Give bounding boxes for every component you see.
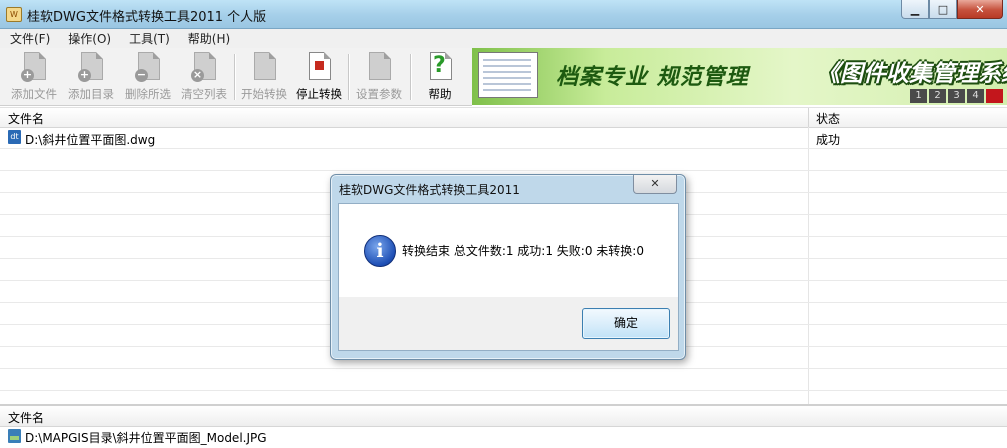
start-convert-label: 开始转换: [241, 87, 287, 101]
add-dir-icon: +: [78, 52, 104, 82]
menu-file[interactable]: 文件(F): [0, 30, 58, 47]
clear-list-label: 清空列表: [181, 87, 227, 101]
column-header-status[interactable]: 状态: [816, 110, 840, 127]
help-label: 帮助: [428, 87, 452, 101]
start-convert-icon: [251, 52, 277, 82]
dialog-message: 转换结束 总文件数:1 成功:1 失败:0 未转换:0: [402, 244, 644, 258]
menu-operate[interactable]: 操作(O): [58, 30, 119, 47]
ok-button[interactable]: 确定: [582, 308, 670, 339]
window-controls: ▁ □ ✕: [901, 0, 1003, 20]
add-dir-button[interactable]: + 添加目录: [64, 50, 118, 104]
column-divider[interactable]: [808, 108, 809, 127]
file-name: D:\斜井位置平面图.dwg: [25, 133, 156, 147]
banner-slogan: 档案专业 规范管理: [556, 64, 749, 90]
file-status: 成功: [816, 133, 841, 147]
info-icon: i: [364, 235, 396, 267]
settings-icon: [366, 52, 392, 82]
toolbar-separator: [234, 54, 236, 100]
help-button[interactable]: ? 帮助: [418, 50, 462, 104]
dialog-close-button[interactable]: ✕: [633, 175, 677, 194]
close-button[interactable]: ✕: [957, 0, 1003, 19]
output-column-header-filename[interactable]: 文件名: [8, 409, 44, 426]
app-icon: W: [6, 7, 22, 22]
menu-bar: 文件(F) 操作(O) 工具(T) 帮助(H): [0, 29, 1007, 49]
banner-pager: 1 2 3 4: [908, 89, 1003, 103]
maximize-button[interactable]: □: [929, 0, 957, 19]
banner-page-active[interactable]: [986, 89, 1003, 103]
output-file-name: D:\MAPGIS目录\斜井位置平面图_Model.JPG: [25, 431, 267, 445]
stop-convert-icon: [306, 52, 332, 82]
banner-product-name: 《图件收集管理系统》: [817, 61, 1007, 87]
ad-banner[interactable]: 档案专业 规范管理 《图件收集管理系统》 1 2 3 4: [472, 48, 1007, 105]
delete-file-icon: −: [135, 52, 161, 82]
title-bar: W 桂软DWG文件格式转换工具2011 个人版 ▁ □ ✕: [0, 0, 1007, 29]
toolbar: + 添加文件 + 添加目录 − 删除所选 × 清空列表 开始转换 停止转换 设置…: [0, 48, 472, 106]
delete-selected-button[interactable]: − 删除所选: [121, 50, 175, 104]
table-row[interactable]: dt D:\斜井位置平面图.dwg 成功: [0, 127, 1007, 149]
start-convert-button[interactable]: 开始转换: [238, 50, 290, 104]
column-header-filename[interactable]: 文件名: [8, 110, 44, 127]
menu-tools[interactable]: 工具(T): [119, 30, 178, 47]
stop-convert-label: 停止转换: [296, 87, 342, 101]
stop-convert-button[interactable]: 停止转换: [292, 50, 346, 104]
file-list-header: 文件名 状态: [0, 107, 1007, 128]
window-title: 桂软DWG文件格式转换工具2011 个人版: [27, 10, 267, 25]
toolbar-separator: [348, 54, 350, 100]
settings-button[interactable]: 设置参数: [352, 50, 406, 104]
output-list-header: 文件名: [0, 404, 1007, 427]
clear-list-icon: ×: [191, 52, 217, 82]
dialog-body: i 转换结束 总文件数:1 成功:1 失败:0 未转换:0: [338, 203, 679, 298]
help-icon: ?: [427, 52, 453, 82]
add-dir-label: 添加目录: [68, 87, 114, 101]
message-dialog: 桂软DWG文件格式转换工具2011 ✕ i 转换结束 总文件数:1 成功:1 失…: [330, 174, 686, 360]
banner-page-3[interactable]: 3: [948, 89, 965, 103]
banner-page-4[interactable]: 4: [967, 89, 984, 103]
minimize-button[interactable]: ▁: [901, 0, 929, 19]
dialog-title: 桂软DWG文件格式转换工具2011: [339, 183, 520, 197]
list-item[interactable]: D:\MAPGIS目录\斜井位置平面图_Model.JPG: [0, 426, 1007, 448]
clear-list-button[interactable]: × 清空列表: [177, 50, 231, 104]
add-file-icon: +: [21, 52, 47, 82]
image-file-icon: [8, 429, 21, 443]
add-file-label: 添加文件: [11, 87, 57, 101]
banner-screenshot-image: [478, 52, 538, 98]
banner-page-2[interactable]: 2: [929, 89, 946, 103]
dialog-footer: 确定: [338, 297, 679, 351]
settings-label: 设置参数: [356, 87, 402, 101]
toolbar-separator: [410, 54, 412, 100]
add-file-button[interactable]: + 添加文件: [8, 50, 60, 104]
delete-selected-label: 删除所选: [125, 87, 171, 101]
dwg-file-icon: dt: [8, 130, 21, 144]
menu-help[interactable]: 帮助(H): [178, 30, 238, 47]
banner-page-1[interactable]: 1: [910, 89, 927, 103]
